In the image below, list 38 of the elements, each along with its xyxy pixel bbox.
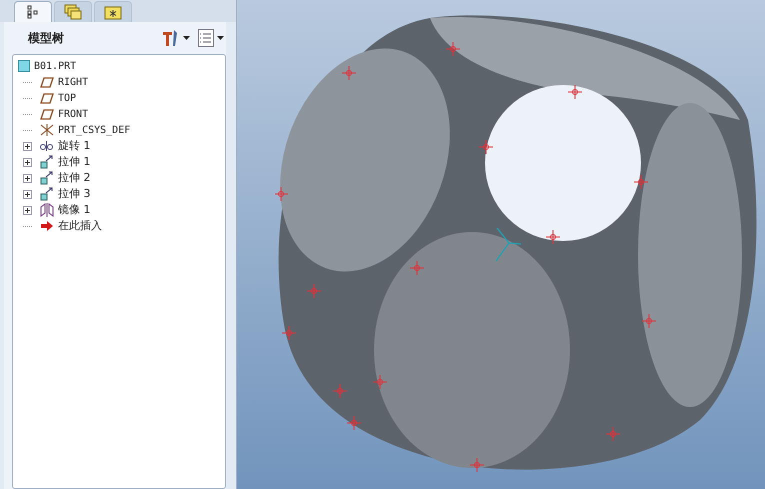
revolve-icon (39, 141, 55, 151)
panel-title: 模型树 (28, 30, 64, 47)
plane-icon (40, 108, 54, 120)
plane-icon (40, 92, 54, 104)
star-folder-icon (104, 4, 122, 20)
extrude-icon (40, 171, 54, 185)
tree-item[interactable]: 拉伸 2 (35, 170, 90, 186)
expand-icon[interactable] (23, 190, 32, 198)
extrude-icon (40, 187, 54, 201)
arrow-icon (41, 221, 53, 231)
tree-item[interactable]: RIGHT (35, 74, 88, 90)
tree-item[interactable]: 拉伸 3 (35, 186, 90, 202)
tree-item[interactable]: B01.PRT (13, 58, 225, 74)
expand-icon[interactable] (23, 206, 32, 214)
folders-icon (64, 4, 82, 20)
plane-icon (40, 76, 54, 88)
settings-icon (162, 29, 180, 47)
tree-icon (27, 5, 39, 19)
cube-icon (18, 60, 30, 72)
caret-icon (183, 36, 190, 40)
tree-item[interactable]: 旋转 1 (35, 138, 90, 154)
settings-dropdown[interactable] (162, 29, 190, 47)
tree-item[interactable]: PRT_CSYS_DEF (35, 122, 130, 138)
tree-item[interactable]: 拉伸 1 (35, 154, 90, 170)
list-icon (198, 29, 214, 47)
tree-item[interactable]: FRONT (35, 106, 88, 122)
tree-item[interactable]: 在此插入 (35, 218, 102, 234)
expand-icon[interactable] (23, 174, 32, 182)
navigator-tab[interactable] (14, 1, 52, 22)
tree-item[interactable]: TOP (35, 90, 76, 106)
tree-item[interactable]: 镜像 1 (35, 202, 90, 218)
csys-icon (40, 123, 54, 137)
expand-icon[interactable] (23, 158, 32, 166)
expand-icon[interactable] (23, 142, 32, 150)
caret-icon (217, 36, 224, 40)
mirror-icon (40, 203, 54, 217)
extrude-icon (40, 155, 54, 169)
show-dropdown[interactable] (198, 29, 224, 47)
